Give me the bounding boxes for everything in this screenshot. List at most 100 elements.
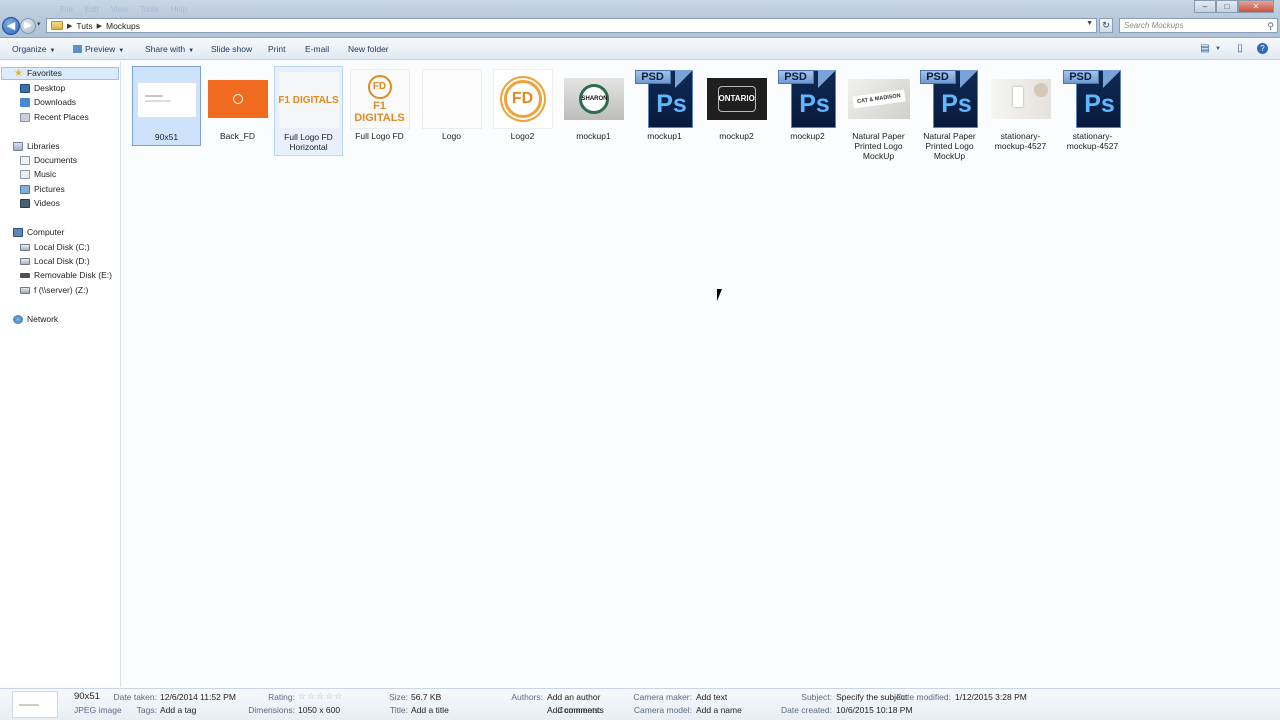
nav-item-desktop[interactable]: Desktop <box>20 82 65 95</box>
breadcrumb-mockups[interactable]: Mockups <box>106 21 140 31</box>
file-thumbnail: FD F1 DIGITALS <box>349 68 411 130</box>
file-thumbnail: PSD Ps <box>1062 68 1124 130</box>
horizontal-logo-thumbnail: F1 DIGITALS <box>278 72 339 128</box>
dark-badge-thumbnail: ONTARIO <box>706 78 767 120</box>
nav-favorites[interactable]: ★ Favorites <box>1 67 119 80</box>
file-list[interactable]: 90x51 Back_FD F1 DIGITALS Full Logo FD H… <box>122 61 1280 687</box>
details-label: Dimensions: <box>248 705 295 715</box>
file-item[interactable]: stationary-mockup-4527 <box>986 66 1055 154</box>
close-button[interactable]: ✕ <box>1238 0 1274 13</box>
print-button[interactable]: Print <box>268 39 285 60</box>
nav-network[interactable]: Network <box>13 313 58 326</box>
forward-button[interactable]: ▶ <box>20 18 36 34</box>
stationery-thumbnail <box>990 79 1051 119</box>
nav-item-local-disk-c[interactable]: Local Disk (C:) <box>20 241 90 254</box>
file-item[interactable]: Back_FD <box>203 66 272 144</box>
breadcrumb-tuts[interactable]: Tuts <box>76 21 92 31</box>
orange-card-thumbnail <box>207 80 268 118</box>
chevron-down-icon[interactable]: ▼ <box>1211 43 1225 55</box>
nav-item-documents[interactable]: Documents <box>20 154 77 167</box>
nav-computer[interactable]: Computer <box>13 226 64 239</box>
address-bar[interactable]: ▶ Tuts ▶ Mockups ▼ <box>46 18 1097 33</box>
nav-item-downloads[interactable]: Downloads <box>20 96 76 109</box>
nav-item-pictures[interactable]: Pictures <box>20 183 65 196</box>
refresh-button[interactable]: ↻ <box>1099 18 1113 33</box>
nav-item-music[interactable]: Music <box>20 168 56 181</box>
preview-button[interactable]: Preview ▼ <box>73 39 124 60</box>
file-item[interactable]: PSD Ps Natural Paper Printed Logo MockUp <box>915 66 984 164</box>
email-button[interactable]: E-mail <box>305 39 329 60</box>
photoshop-file-icon: PSD Ps <box>919 68 980 130</box>
preview-label: Preview <box>85 44 116 54</box>
file-item[interactable]: Logo <box>417 66 486 144</box>
file-name: Natural Paper Printed Logo MockUp <box>923 131 976 161</box>
file-item[interactable]: PSD Ps mockup1 <box>630 66 699 144</box>
nav-item-videos[interactable]: Videos <box>20 197 60 210</box>
menu-item[interactable]: View <box>111 5 128 14</box>
psd-tag: PSD <box>777 70 814 84</box>
file-thumbnail: CAT & MADISON <box>847 68 910 130</box>
recent-pages-dropdown[interactable]: ▾ <box>37 20 41 28</box>
file-item[interactable]: FD F1 DIGITALS Full Logo FD <box>345 66 414 144</box>
maximize-button[interactable]: □ <box>1216 0 1238 13</box>
file-name: mockup1 <box>576 131 611 141</box>
chevron-down-icon: ▼ <box>188 48 195 54</box>
menu-item[interactable]: File <box>60 5 73 14</box>
menu-item[interactable]: Tools <box>140 5 159 14</box>
file-item[interactable]: CAT & MADISON Natural Paper Printed Logo… <box>844 66 913 164</box>
nav-item-label: Downloads <box>34 97 77 107</box>
organize-label: Organize <box>12 44 47 54</box>
details-label: Camera maker: <box>633 692 692 702</box>
details-label: Subject: <box>801 692 832 702</box>
new-folder-button[interactable]: New folder <box>348 39 389 60</box>
file-item[interactable]: 90x51 <box>132 66 201 146</box>
share-with-button[interactable]: Share with ▼ <box>145 39 194 60</box>
business-card-thumbnail <box>136 82 197 118</box>
chevron-down-icon: ▾ <box>37 21 41 28</box>
nav-item-network-drive-z[interactable]: f (\\server) (Z:) <box>20 284 88 297</box>
back-button[interactable]: ◀ <box>2 17 20 35</box>
slide-show-button[interactable]: Slide show <box>211 39 252 60</box>
libraries-icon <box>13 142 23 151</box>
menu-item[interactable]: Help <box>171 5 187 14</box>
downloads-icon <box>20 98 30 107</box>
folder-icon <box>51 21 63 30</box>
nav-item-local-disk-d[interactable]: Local Disk (D:) <box>20 255 90 268</box>
refresh-icon: ↻ <box>1102 20 1110 30</box>
file-item[interactable]: F1 DIGITALS Full Logo FD Horizontal <box>274 66 343 156</box>
pictures-icon <box>20 185 30 194</box>
file-thumbnail: F1 DIGITALS <box>278 69 340 131</box>
search-input[interactable]: Search Mockups ⚲ <box>1119 18 1278 33</box>
file-item[interactable]: SHARON mockup1 <box>559 66 628 144</box>
breadcrumb-separator-icon[interactable]: ▶ <box>67 22 72 30</box>
nav-network-label: Network <box>27 314 59 324</box>
preview-pane-icon[interactable]: ▯ <box>1233 43 1247 55</box>
breadcrumb-separator-icon[interactable]: ▶ <box>97 22 102 30</box>
organize-button[interactable]: Organize ▼ <box>12 39 55 60</box>
file-item[interactable]: ONTARIO mockup2 <box>702 66 771 144</box>
chevron-down-icon[interactable]: ▼ <box>1086 20 1093 27</box>
nav-libraries[interactable]: Libraries <box>13 140 60 153</box>
file-item[interactable]: FD Logo2 <box>488 66 557 144</box>
file-item[interactable]: PSD Ps stationary-mockup-4527 <box>1058 66 1127 154</box>
nav-item-recent-places[interactable]: Recent Places <box>20 111 89 124</box>
details-size: 56.7 KB <box>411 692 442 702</box>
navigation-pane: ★ Favorites Desktop Downloads Recent Plac… <box>0 61 121 687</box>
command-bar: Organize ▼ Preview ▼ Share with ▼ Slide sho… <box>0 39 1280 60</box>
details-tags[interactable]: Add a tag <box>160 705 196 715</box>
change-view-icon[interactable]: ▤ <box>1198 43 1212 55</box>
file-item[interactable]: PSD Ps mockup2 <box>773 66 842 144</box>
hard-drive-icon <box>20 244 30 251</box>
nav-item-removable-disk-e[interactable]: Removable Disk (E:) <box>20 269 112 282</box>
menu-item[interactable]: Edit <box>85 5 99 14</box>
search-icon[interactable]: ⚲ <box>1267 20 1274 33</box>
thumbnail-text: F1 DIGITALS <box>278 94 339 106</box>
videos-icon <box>20 199 30 208</box>
details-title[interactable]: Add a title <box>411 705 449 715</box>
photoshop-file-icon: PSD Ps <box>777 68 838 130</box>
documents-icon <box>20 156 30 165</box>
ps-mark: Ps <box>799 90 830 118</box>
details-camera-maker[interactable]: Add text <box>696 692 727 702</box>
help-icon[interactable]: ? <box>1257 43 1268 54</box>
minimize-button[interactable]: – <box>1194 0 1216 13</box>
